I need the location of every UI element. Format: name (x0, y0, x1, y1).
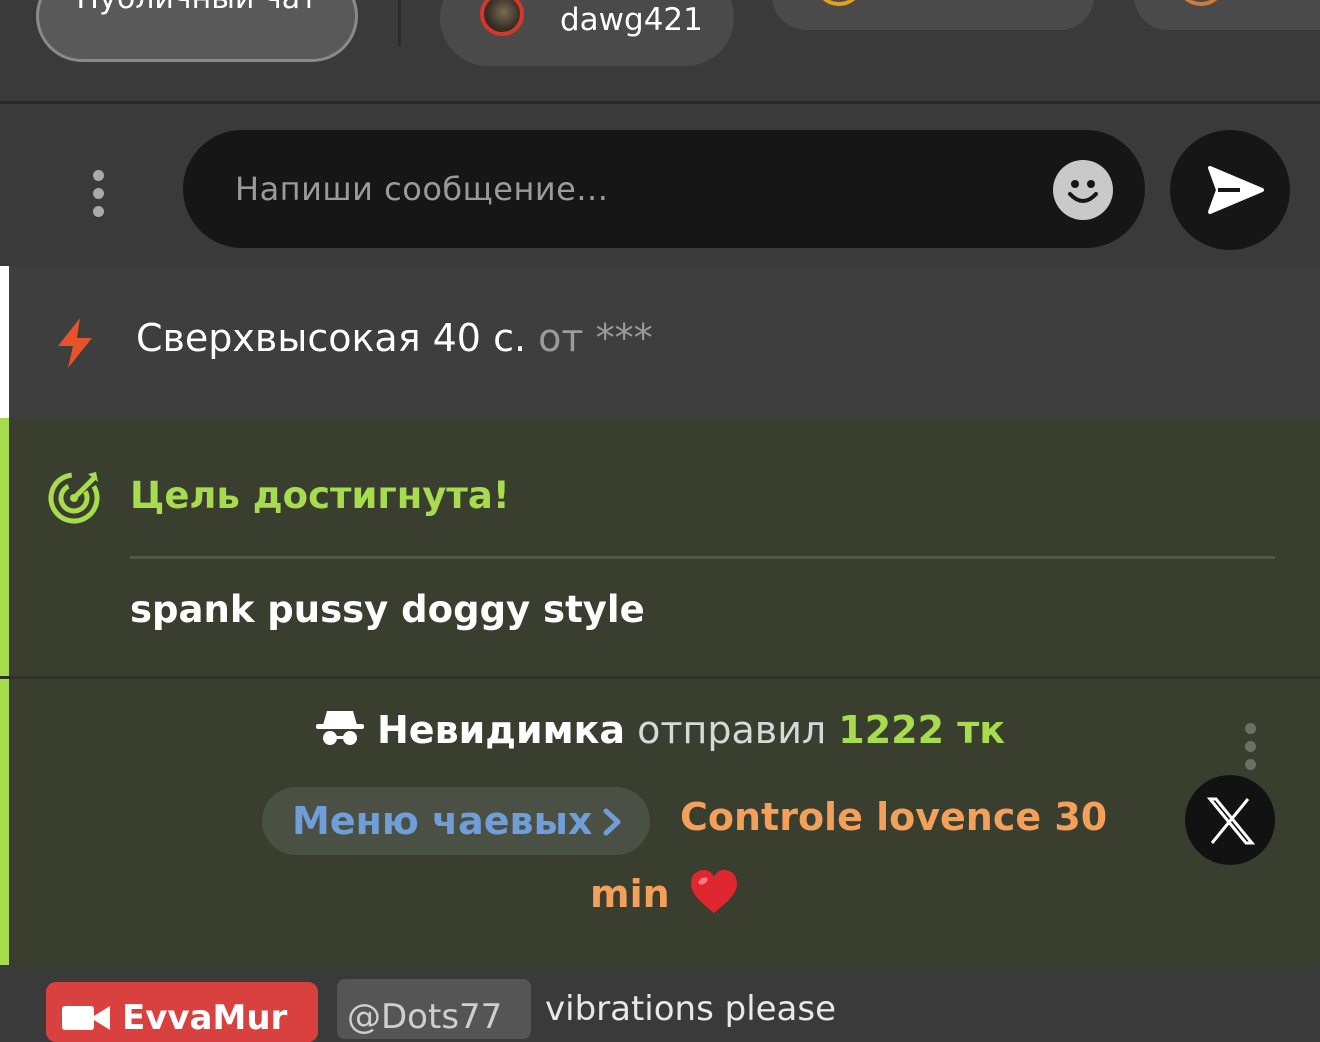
username-badge[interactable]: EvvaMur (46, 982, 318, 1042)
user-avatar (480, 0, 524, 36)
tab-public-chat[interactable]: Публичный чат (36, 0, 358, 62)
tab-divider (398, 0, 401, 46)
tip-verb: отправил (637, 708, 827, 752)
tab-public-chat-label: Публичный чат (39, 0, 355, 16)
send-icon (1208, 166, 1264, 214)
user-avatar-3 (1176, 0, 1226, 6)
message-input[interactable]: Напиши сообщение... (183, 130, 1145, 248)
send-button[interactable] (1170, 130, 1290, 250)
close-x-button[interactable] (1185, 775, 1275, 865)
emoji-icon[interactable] (1053, 160, 1113, 220)
goal-divider (130, 556, 1275, 559)
message-speed-notice: Сверхвысокая 40 с. от *** (0, 266, 1320, 418)
tab-user-dawg421[interactable]: dawg421 (440, 0, 734, 66)
incognito-icon (315, 711, 364, 745)
tip-summary: Невидимка отправил 1222 тк (0, 707, 1320, 752)
goal-title: Цель достигнута! (130, 474, 510, 517)
speed-notice-text: Сверхвысокая 40 с. от *** (136, 316, 653, 360)
target-icon (48, 472, 100, 524)
tip-sender[interactable]: Невидимка (377, 708, 625, 752)
message-input-placeholder: Напиши сообщение... (235, 170, 609, 208)
more-vertical-icon[interactable] (93, 170, 105, 224)
mention-chip[interactable]: @Dots77 (337, 979, 531, 1039)
tip-menu-label: Меню чаевых (292, 799, 593, 843)
message-composer: Напиши сообщение... (0, 104, 1320, 266)
tip-item-text-line1: Controle lovence 30 (680, 795, 1108, 839)
message-more-icon[interactable] (1245, 723, 1257, 777)
username-label: EvvaMur (122, 998, 288, 1038)
mention-label: @Dots77 (347, 997, 503, 1037)
message-accent-bar (0, 418, 9, 676)
tip-item-text-line2: min (590, 869, 739, 916)
camera-icon (62, 1006, 110, 1030)
speed-notice-label: Сверхвысокая 40 с. (136, 316, 527, 360)
tab-user-2[interactable] (772, 0, 1094, 30)
lightning-icon (58, 318, 92, 368)
message-tip: Невидимка отправил 1222 тк Меню чаевых C… (0, 679, 1320, 965)
tip-amount: 1222 тк (838, 708, 1006, 752)
chat-tabs: Публичный чат dawg421 (0, 0, 1320, 102)
tip-item-text-min: min (590, 872, 670, 916)
tip-menu-button[interactable]: Меню чаевых (262, 787, 650, 855)
message-text: vibrations please (545, 989, 837, 1029)
goal-description: spank pussy doggy style (130, 588, 645, 631)
user-avatar-2 (814, 0, 864, 6)
message-goal-reached: Цель достигнута! spank pussy doggy style (0, 418, 1320, 676)
message-user: EvvaMur @Dots77 vibrations please (0, 965, 1320, 1042)
chevron-right-icon (603, 808, 621, 836)
message-accent-bar (0, 266, 9, 418)
close-x-icon (1206, 797, 1256, 845)
tab-user-3[interactable] (1134, 0, 1320, 30)
heart-icon (690, 870, 737, 913)
speed-notice-from: от *** (538, 316, 653, 360)
tab-user-name: dawg421 (560, 2, 703, 38)
